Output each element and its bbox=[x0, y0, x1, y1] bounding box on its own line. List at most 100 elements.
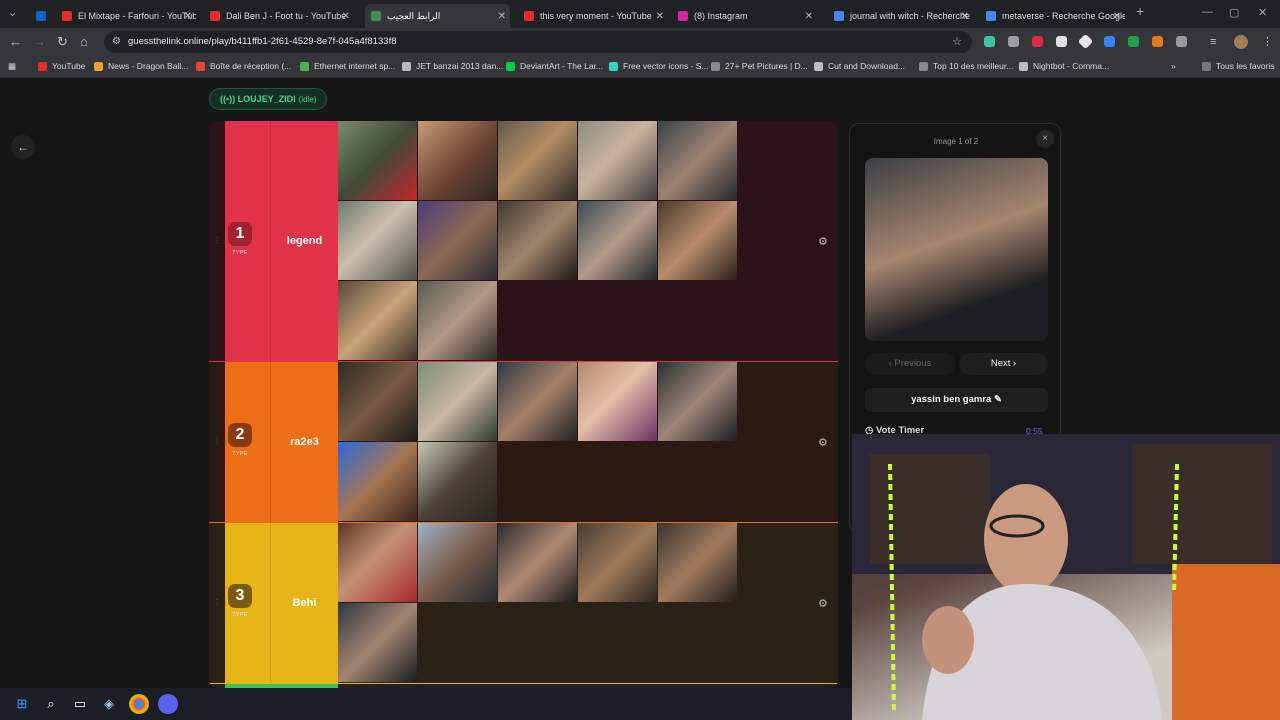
close-panel-button[interactable]: × bbox=[1036, 130, 1054, 148]
url-text[interactable]: guessthelink.online/play/b411ffb1-2f61-4… bbox=[128, 36, 397, 47]
extension-icon[interactable] bbox=[1056, 36, 1067, 47]
browser-tab-strip: ⌄ El Mixtape - Farfouri - YouTube ✕ Dali B… bbox=[0, 0, 1280, 28]
character-image[interactable] bbox=[338, 281, 417, 360]
character-image[interactable] bbox=[418, 201, 497, 280]
site-info-icon[interactable]: ⚙ bbox=[112, 36, 121, 47]
previous-button[interactable]: ‹ Previous bbox=[865, 353, 955, 375]
character-image[interactable] bbox=[338, 362, 417, 441]
extension-icon[interactable] bbox=[1032, 36, 1043, 47]
character-image[interactable] bbox=[658, 362, 737, 441]
tab-linkedin[interactable] bbox=[30, 4, 50, 28]
bookmark-item[interactable]: 27+ Pet Pictures | D... bbox=[711, 61, 808, 71]
character-image[interactable] bbox=[498, 121, 577, 200]
back-icon[interactable]: ← bbox=[9, 34, 22, 50]
chrome-icon[interactable] bbox=[129, 694, 149, 714]
bookmark-item[interactable]: YouTube bbox=[38, 61, 85, 71]
close-tab-icon[interactable]: ✕ bbox=[961, 11, 969, 22]
reload-icon[interactable]: ↻ bbox=[57, 34, 68, 50]
tab-search-icon[interactable]: ⌄ bbox=[8, 6, 17, 19]
back-arrow-icon[interactable]: ← bbox=[11, 135, 35, 159]
character-image[interactable] bbox=[578, 362, 657, 441]
bookmark-item[interactable]: DeviantArt - The Lar... bbox=[506, 61, 603, 71]
extension-icon[interactable] bbox=[1152, 36, 1163, 47]
extension-icon[interactable] bbox=[1128, 36, 1139, 47]
steam-icon[interactable]: ◈ bbox=[99, 694, 119, 714]
home-icon[interactable]: ⌂ bbox=[80, 34, 88, 50]
tier-settings-gear-icon[interactable]: ⚙ bbox=[818, 436, 828, 449]
close-window-icon[interactable]: ✕ bbox=[1258, 6, 1267, 19]
browser-tab[interactable]: journal with witch - Recherche ✕ bbox=[828, 4, 973, 28]
extension-icon[interactable] bbox=[984, 36, 995, 47]
character-image[interactable] bbox=[498, 523, 577, 602]
character-image[interactable] bbox=[418, 523, 497, 602]
all-bookmarks-button[interactable]: Tous les favoris bbox=[1202, 61, 1275, 71]
bookmark-star-icon[interactable]: ☆ bbox=[952, 35, 962, 48]
character-image[interactable] bbox=[498, 362, 577, 441]
close-tab-icon[interactable]: ✕ bbox=[1113, 11, 1121, 22]
search-icon[interactable]: ⌕ bbox=[41, 694, 61, 714]
apps-grid-icon[interactable]: ▦ bbox=[8, 61, 16, 72]
tier-row[interactable]: ⋮⋮ 1 TYPE legend ⚙ bbox=[209, 121, 838, 362]
browser-tab[interactable]: El Mixtape - Farfouri - YouTube ✕ bbox=[56, 4, 196, 28]
character-image[interactable] bbox=[578, 523, 657, 602]
tier-settings-gear-icon[interactable]: ⚙ bbox=[818, 597, 828, 610]
streamer-silhouette bbox=[852, 434, 1280, 720]
extension-icon[interactable] bbox=[1008, 36, 1019, 47]
browser-tab[interactable]: الرابط العجيب ✕ bbox=[365, 4, 510, 28]
bookmark-item[interactable]: Free vector icons - S... bbox=[609, 61, 709, 71]
bookmark-item[interactable]: News - Dragon Ball... bbox=[94, 61, 188, 71]
bookmark-item[interactable]: Boîte de réception (... bbox=[196, 61, 291, 71]
address-bar[interactable]: ⚙ guessthelink.online/play/b411ffb1-2f61… bbox=[104, 31, 972, 53]
character-image[interactable] bbox=[338, 523, 417, 602]
browser-tab[interactable]: Dali Ben J - Foot tu - YouTube ✕ bbox=[204, 4, 354, 28]
minimize-icon[interactable]: — bbox=[1202, 6, 1213, 18]
tier-settings-gear-icon[interactable]: ⚙ bbox=[818, 235, 828, 248]
extensions-puzzle-icon[interactable] bbox=[1176, 36, 1187, 47]
bookmark-item[interactable]: Top 10 des meilleur... bbox=[919, 61, 1013, 71]
bookmark-item[interactable]: Ethernet internet sp... bbox=[300, 61, 395, 71]
character-image[interactable] bbox=[578, 201, 657, 280]
bookmarks-overflow-button[interactable]: » bbox=[1171, 61, 1176, 71]
tab-title: this very moment - YouTube bbox=[540, 11, 652, 21]
tab-favicon-icon bbox=[62, 11, 72, 21]
extension-icon[interactable] bbox=[1077, 33, 1094, 50]
character-image[interactable] bbox=[338, 603, 417, 682]
character-image[interactable] bbox=[658, 201, 737, 280]
extension-icon[interactable] bbox=[1104, 36, 1115, 47]
bookmark-item[interactable]: Cut and Download... bbox=[814, 61, 905, 71]
close-tab-icon[interactable]: ✕ bbox=[656, 11, 664, 22]
profile-avatar[interactable] bbox=[1234, 35, 1248, 49]
character-image[interactable] bbox=[658, 523, 737, 602]
tier-row[interactable]: ⋮⋮ 3 TYPE Behi ⚙ bbox=[209, 523, 838, 684]
character-image[interactable] bbox=[418, 281, 497, 360]
browser-tab[interactable]: metaverse - Recherche Google ✕ bbox=[980, 4, 1125, 28]
browser-tab[interactable]: (8) Instagram ✕ bbox=[672, 4, 817, 28]
maximize-icon[interactable]: ▢ bbox=[1229, 6, 1239, 19]
character-image[interactable] bbox=[498, 201, 577, 280]
forward-icon[interactable]: → bbox=[33, 34, 46, 50]
discord-icon[interactable] bbox=[158, 694, 178, 714]
candidate-name[interactable]: yassin ben gamra ✎ bbox=[865, 388, 1048, 412]
tier-row[interactable]: ⋮⋮ 2 TYPE ra2e3 ⚙ bbox=[209, 362, 838, 523]
media-controls-icon[interactable]: ≡ bbox=[1210, 34, 1216, 50]
next-button[interactable]: Next › bbox=[959, 353, 1048, 375]
character-image[interactable] bbox=[338, 121, 417, 200]
character-image[interactable] bbox=[338, 442, 417, 521]
windows-start-icon[interactable]: ⊞ bbox=[12, 694, 32, 714]
bookmark-item[interactable]: Nightbot - Comma... bbox=[1019, 61, 1109, 71]
close-tab-icon[interactable]: ✕ bbox=[184, 11, 192, 22]
browser-tab[interactable]: this very moment - YouTube ✕ bbox=[518, 4, 668, 28]
character-image[interactable] bbox=[578, 121, 657, 200]
task-view-icon[interactable]: ▭ bbox=[70, 694, 90, 714]
new-tab-button[interactable]: + bbox=[1136, 3, 1144, 19]
close-tab-icon[interactable]: ✕ bbox=[342, 11, 350, 22]
bookmark-item[interactable]: JET banzai 2013 dan... bbox=[402, 61, 503, 71]
character-image[interactable] bbox=[338, 201, 417, 280]
close-tab-icon[interactable]: ✕ bbox=[805, 11, 813, 22]
menu-kebab-icon[interactable]: ⋮ bbox=[1262, 34, 1273, 50]
close-tab-icon[interactable]: ✕ bbox=[498, 11, 506, 22]
character-image[interactable] bbox=[658, 121, 737, 200]
character-image[interactable] bbox=[418, 442, 497, 521]
character-image[interactable] bbox=[418, 362, 497, 441]
character-image[interactable] bbox=[418, 121, 497, 200]
